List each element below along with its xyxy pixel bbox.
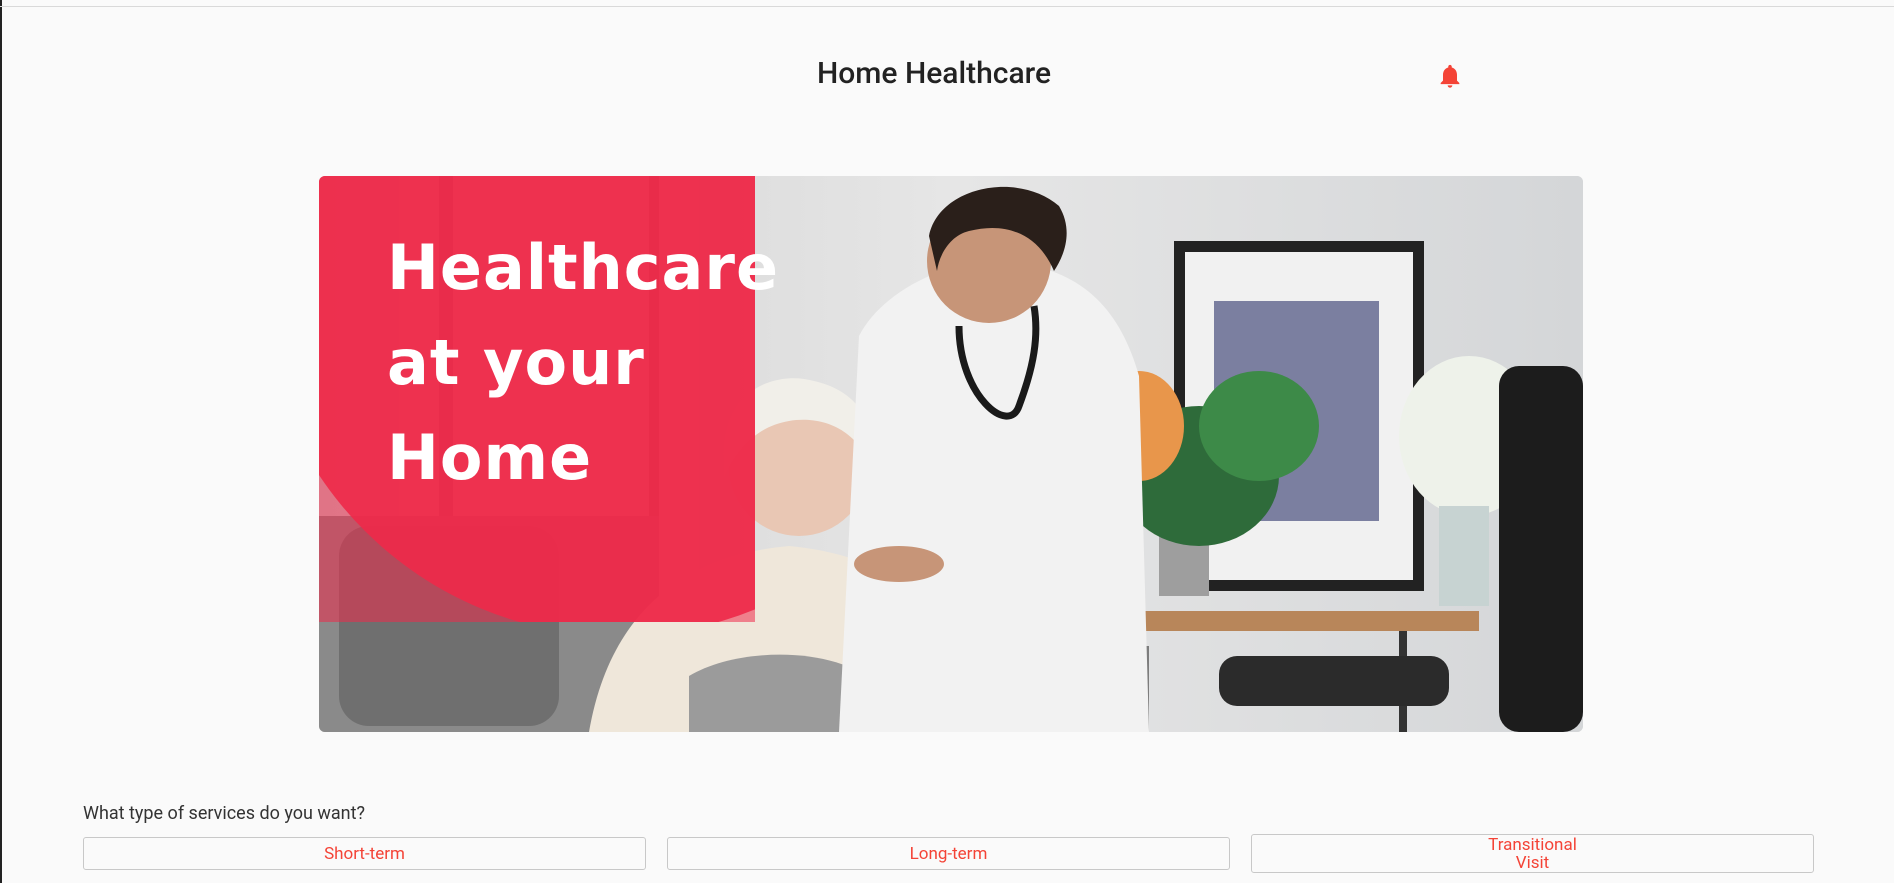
hero-banner: Healthcare at your Home (319, 176, 1583, 732)
bell-icon[interactable] (1436, 62, 1464, 90)
transitional-visit-label-line1: Transitional (1488, 835, 1577, 855)
window-left-edge (0, 0, 2, 883)
banner-headline-line: Home (387, 421, 593, 494)
banner-headline-line: at your (387, 326, 645, 399)
long-term-button[interactable]: Long-term (667, 837, 1230, 870)
transitional-visit-button[interactable]: Transitional Visit (1251, 834, 1814, 873)
top-divider (0, 6, 1894, 7)
services-question: What type of services do you want? (83, 803, 366, 824)
banner-headline: Healthcare at your Home (387, 220, 779, 505)
transitional-visit-label-line2: Visit (1515, 853, 1550, 873)
banner-headline-line: Healthcare (387, 231, 780, 304)
page-title: Home Healthcare (816, 56, 1052, 91)
short-term-button[interactable]: Short-term (83, 837, 646, 870)
